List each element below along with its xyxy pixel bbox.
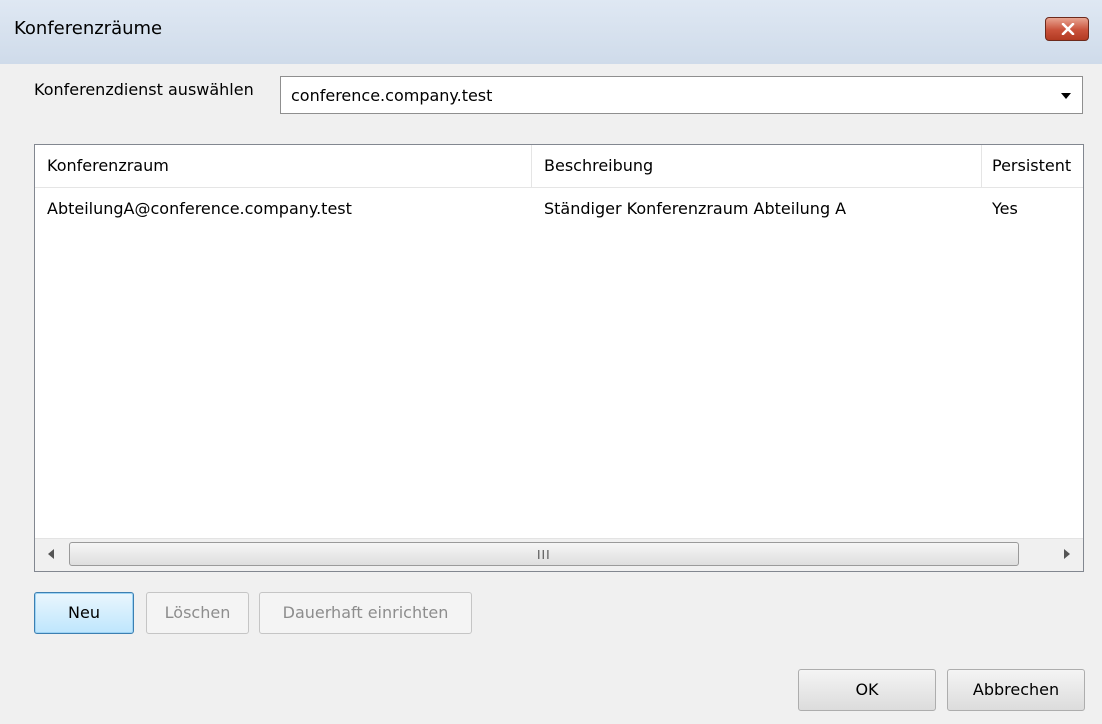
scrollbar-grip: III [537,548,551,562]
cell-room: AbteilungA@conference.company.test [47,199,352,218]
service-label: Konferenzdienst auswählen [34,80,254,99]
rooms-table[interactable]: Konferenzraum Beschreibung Persistent Ab… [34,144,1084,572]
title-bar: Konferenzräume [0,0,1102,64]
persist-button[interactable]: Dauerhaft einrichten [259,592,472,634]
chevron-down-icon [1061,93,1071,99]
cell-description: Ständiger Konferenzraum Abteilung A [544,199,847,218]
column-header-room[interactable]: Konferenzraum [35,145,532,187]
column-header-description[interactable]: Beschreibung [532,145,982,187]
delete-button[interactable]: Löschen [146,592,249,634]
cancel-button[interactable]: Abbrechen [947,669,1085,711]
cell-persistent: Yes [992,199,1018,218]
arrow-left-icon[interactable] [47,549,55,559]
new-button[interactable]: Neu [34,592,134,634]
close-button[interactable] [1045,17,1089,41]
service-select-value: conference.company.test [291,86,493,105]
service-select[interactable]: conference.company.test [280,76,1083,114]
close-icon [1061,23,1075,35]
arrow-right-icon[interactable] [1063,549,1071,559]
table-header: Konferenzraum Beschreibung Persistent [35,145,1083,188]
ok-button[interactable]: OK [798,669,936,711]
column-header-persistent[interactable]: Persistent [982,145,1083,187]
horizontal-scrollbar[interactable]: III [35,538,1083,571]
window-title: Konferenzräume [14,18,163,39]
table-row[interactable]: AbteilungA@conference.company.test Ständ… [35,189,1083,229]
scrollbar-thumb[interactable]: III [69,542,1019,566]
